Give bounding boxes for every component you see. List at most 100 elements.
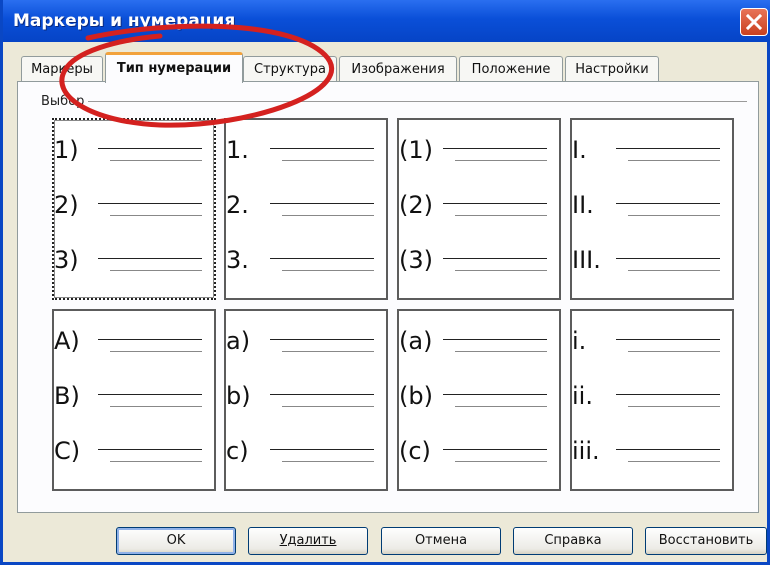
text-placeholder-line xyxy=(98,258,202,259)
text-placeholder-line xyxy=(616,148,720,149)
delete-button[interactable]: Удалить xyxy=(248,527,368,555)
text-placeholder-line xyxy=(270,258,374,259)
numbering-line: 3) xyxy=(54,240,214,280)
numbering-label: III. xyxy=(572,246,601,274)
tab-position[interactable]: Положение xyxy=(459,56,563,81)
numbering-line: (c) xyxy=(399,431,559,471)
text-placeholder-line xyxy=(616,449,720,450)
numbering-line: b) xyxy=(226,376,386,416)
numbering-style-option[interactable]: i. ii. iii. xyxy=(570,309,734,491)
text-placeholder-line xyxy=(282,270,374,271)
title-bar[interactable]: Маркеры и нумерация xyxy=(3,0,770,42)
tab-settings[interactable]: Настройки xyxy=(565,56,659,81)
text-placeholder-line xyxy=(270,339,374,340)
tab-numbering-type[interactable]: Тип нумерации xyxy=(105,52,243,83)
numbering-label: (2) xyxy=(399,191,433,219)
numbering-line: (1) xyxy=(399,130,559,170)
numbering-style-option[interactable]: A) B) C) xyxy=(52,309,216,491)
text-placeholder-line xyxy=(270,394,374,395)
text-placeholder-line xyxy=(98,148,202,149)
numbering-label: iii. xyxy=(572,437,600,465)
text-placeholder-line xyxy=(282,215,374,216)
button-label: Справка xyxy=(544,533,602,548)
text-placeholder-line xyxy=(455,351,547,352)
text-placeholder-line xyxy=(282,461,374,462)
tab-markers[interactable]: Маркеры xyxy=(21,56,103,81)
text-placeholder-line xyxy=(110,406,202,407)
text-placeholder-line xyxy=(443,449,547,450)
close-button[interactable] xyxy=(740,8,768,36)
numbering-line: 1) xyxy=(54,130,214,170)
tab-structure[interactable]: Структура xyxy=(243,56,337,81)
numbering-style-option[interactable]: 1) 2) 3) xyxy=(52,118,216,300)
button-label: Отмена xyxy=(414,533,468,548)
numbering-line: B) xyxy=(54,376,214,416)
text-placeholder-line xyxy=(455,461,547,462)
numbering-line: c) xyxy=(226,431,386,471)
text-placeholder-line xyxy=(270,148,374,149)
tab-label: Структура xyxy=(254,62,326,77)
text-placeholder-line xyxy=(455,160,547,161)
tab-label: Положение xyxy=(471,62,551,77)
text-placeholder-line xyxy=(628,160,720,161)
numbering-line: iii. xyxy=(572,431,732,471)
numbering-label: (3) xyxy=(399,246,433,274)
numbering-style-option[interactable]: (a) (b) (c) xyxy=(397,309,561,491)
text-placeholder-line xyxy=(98,339,202,340)
text-placeholder-line xyxy=(98,203,202,204)
text-placeholder-line xyxy=(616,394,720,395)
cancel-button[interactable]: Отмена xyxy=(381,527,501,555)
text-placeholder-line xyxy=(282,351,374,352)
numbering-style-option[interactable]: I. II. III. xyxy=(570,118,734,300)
text-placeholder-line xyxy=(98,394,202,395)
numbering-label: a) xyxy=(226,327,251,355)
numbering-line: (a) xyxy=(399,321,559,361)
numbering-label: II. xyxy=(572,191,594,219)
numbering-style-option[interactable]: a) b) c) xyxy=(224,309,388,491)
text-placeholder-line xyxy=(616,339,720,340)
button-label: OK xyxy=(166,533,186,548)
text-placeholder-line xyxy=(110,461,202,462)
numbering-line: II. xyxy=(572,185,732,225)
text-placeholder-line xyxy=(443,394,547,395)
numbering-label: C) xyxy=(54,437,81,465)
numbering-label: I. xyxy=(572,136,587,164)
button-label: Удалить xyxy=(279,533,337,548)
text-placeholder-line xyxy=(110,351,202,352)
numbering-label: (1) xyxy=(399,136,433,164)
numbering-label: A) xyxy=(54,327,80,355)
group-label-selection: Выбор xyxy=(41,94,89,109)
numbering-label: (a) xyxy=(399,327,433,355)
help-button[interactable]: Справка xyxy=(513,527,633,555)
numbering-label: ii. xyxy=(572,382,593,410)
numbering-style-option[interactable]: (1) (2) (3) xyxy=(397,118,561,300)
numbering-label: 1) xyxy=(54,136,79,164)
text-placeholder-line xyxy=(455,215,547,216)
numbering-label: 3) xyxy=(54,246,79,274)
tab-label: Изображения xyxy=(351,62,445,77)
numbering-line: 2. xyxy=(226,185,386,225)
numbering-label: b) xyxy=(226,382,251,410)
numbering-line: 2) xyxy=(54,185,214,225)
numbering-line: C) xyxy=(54,431,214,471)
numbering-line: (2) xyxy=(399,185,559,225)
reset-button[interactable]: Восстановить xyxy=(645,527,767,555)
numbering-line: (b) xyxy=(399,376,559,416)
dialog-window: Маркеры и нумерация Маркеры Тип нумераци… xyxy=(0,0,770,565)
text-placeholder-line xyxy=(455,270,547,271)
tab-images[interactable]: Изображения xyxy=(339,56,457,81)
close-icon xyxy=(746,14,762,30)
text-placeholder-line xyxy=(455,406,547,407)
numbering-line: 3. xyxy=(226,240,386,280)
text-placeholder-line xyxy=(110,160,202,161)
numbering-label: 3. xyxy=(226,246,249,274)
text-placeholder-line xyxy=(282,406,374,407)
ok-button[interactable]: OK xyxy=(116,527,236,555)
tab-label: Тип нумерации xyxy=(116,61,232,76)
text-placeholder-line xyxy=(443,339,547,340)
numbering-line: ii. xyxy=(572,376,732,416)
numbering-style-option[interactable]: 1. 2. 3. xyxy=(224,118,388,300)
numbering-line: 1. xyxy=(226,130,386,170)
numbering-line: III. xyxy=(572,240,732,280)
text-placeholder-line xyxy=(443,148,547,149)
